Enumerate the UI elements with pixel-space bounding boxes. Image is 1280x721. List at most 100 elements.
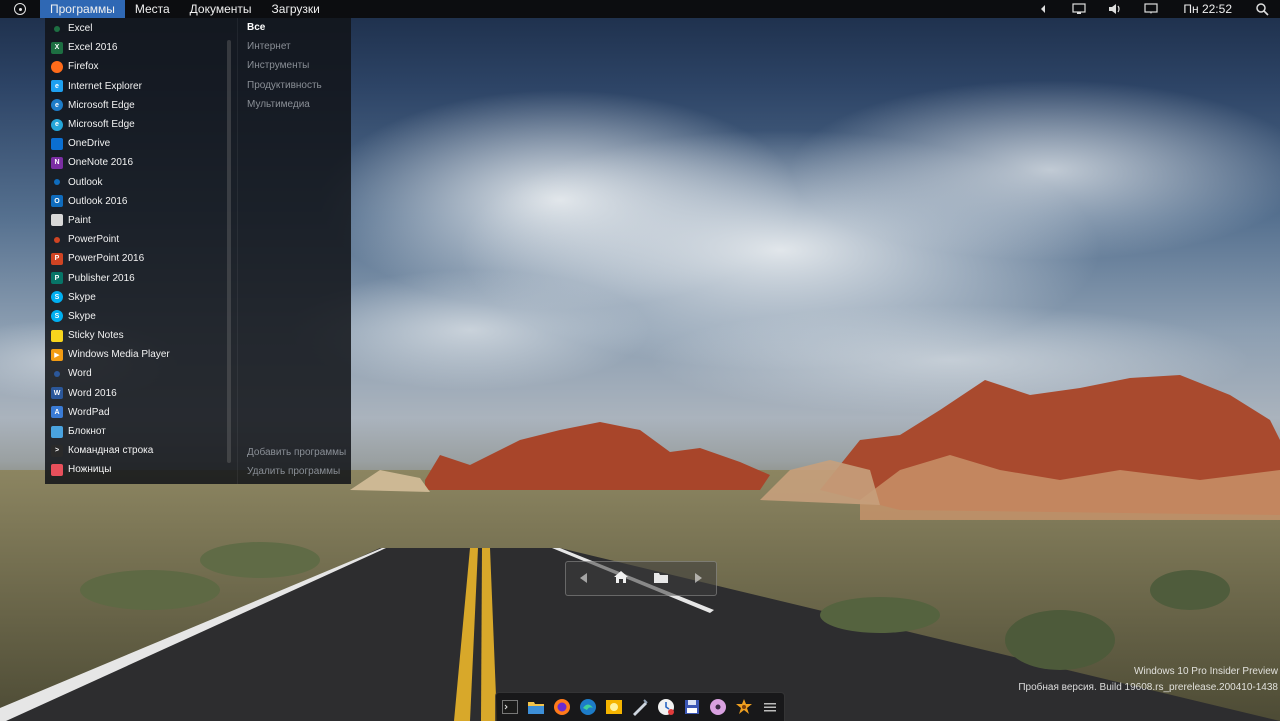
app-item-label: Skype [68, 291, 96, 303]
app-item[interactable]: Ножницы [45, 460, 227, 479]
app-item[interactable]: Excel [45, 19, 227, 38]
remove-programs-button[interactable]: Удалить программы [238, 462, 352, 481]
pen-icon[interactable] [630, 697, 650, 718]
wordpad-icon: A [51, 406, 63, 419]
app-item-label: Publisher 2016 [68, 272, 135, 284]
app-item-label: Ножницы [68, 464, 112, 476]
menu-downloads[interactable]: Загрузки [262, 0, 330, 18]
applications-menu: Excel X Excel 2016 Firefox e Internet Explore… [45, 18, 351, 484]
app-item[interactable]: X Excel 2016 [45, 38, 227, 57]
photo-viewer-icon[interactable] [604, 697, 624, 718]
app-item[interactable]: > Командная строка [45, 441, 227, 460]
app-item[interactable]: PowerPoint [45, 230, 227, 249]
save-icon[interactable] [682, 697, 702, 718]
app-item[interactable]: Word [45, 364, 227, 383]
edge-icon[interactable] [578, 697, 598, 718]
edge-icon: e [51, 99, 63, 112]
network-icon[interactable] [1061, 0, 1097, 18]
app-item-label: WordPad [68, 406, 110, 418]
category-tools[interactable]: Инструменты [238, 56, 352, 75]
app-item[interactable]: P Publisher 2016 [45, 268, 227, 287]
app-item[interactable]: P PowerPoint 2016 [45, 249, 227, 268]
word-icon [54, 370, 60, 377]
app-list: Excel X Excel 2016 Firefox e Internet Explore… [45, 19, 227, 480]
app-item-label: Блокнот [68, 426, 106, 438]
category-all[interactable]: Все [238, 18, 352, 37]
app-item[interactable]: S Skype [45, 288, 227, 307]
start-button[interactable] [0, 0, 40, 18]
app-item-label: PowerPoint 2016 [68, 253, 145, 265]
menu-programs[interactable]: Программы [40, 0, 125, 18]
powerpoint-icon [54, 236, 60, 243]
notifications-icon[interactable] [1133, 0, 1169, 18]
files-icon[interactable] [526, 697, 546, 718]
command-prompt-icon: > [51, 444, 63, 457]
app-item[interactable]: W Word 2016 [45, 384, 227, 403]
clock[interactable]: Пн 22:52 [1169, 2, 1244, 16]
app-item-label: Internet Explorer [68, 80, 142, 92]
app-item-label: Командная строка [68, 445, 154, 457]
dropdown-arrow-icon[interactable] [1025, 0, 1061, 18]
app-item[interactable]: ▶ Windows Media Player [45, 345, 227, 364]
app-item-label: OneDrive [68, 138, 111, 150]
app-item-label: OneNote 2016 [68, 157, 134, 169]
app-item[interactable]: A WordPad [45, 403, 227, 422]
app-item[interactable]: e Microsoft Edge [45, 96, 227, 115]
app-item-label: Excel 2016 [68, 42, 118, 54]
terminal-icon[interactable] [500, 697, 520, 718]
excel-icon [54, 25, 60, 32]
app-item[interactable]: Sticky Notes [45, 326, 227, 345]
menu-icon[interactable] [760, 697, 780, 718]
add-programs-button[interactable]: Добавить программы [238, 443, 352, 462]
sticky-notes-icon [51, 329, 63, 342]
menu-places[interactable]: Места [125, 0, 180, 18]
category-actions: Добавить программы Удалить программы [238, 443, 352, 481]
onedrive-icon [51, 137, 63, 150]
app-item[interactable]: O Outlook 2016 [45, 192, 227, 211]
media-player-icon: ▶ [51, 348, 63, 361]
app-item-label: Word 2016 [68, 387, 117, 399]
app-item[interactable]: e Internet Explorer [45, 77, 227, 96]
app-item-label: Excel [68, 23, 93, 35]
app-item[interactable]: Firefox [45, 57, 227, 76]
clock-icon[interactable] [656, 697, 676, 718]
file-manager-nav-widget [565, 561, 717, 596]
category-multimedia[interactable]: Мультимедиа [238, 95, 352, 114]
volume-icon[interactable] [1097, 0, 1133, 18]
paint-icon [51, 214, 63, 227]
app-item-label: Windows Media Player [68, 349, 170, 361]
dock [495, 692, 785, 721]
power-circle-icon [14, 3, 26, 15]
app-item[interactable]: S Skype [45, 307, 227, 326]
app-item[interactable]: OneDrive [45, 134, 227, 153]
skype-icon: S [51, 310, 63, 323]
home-icon[interactable] [613, 570, 629, 587]
app-item-label: Microsoft Edge [68, 99, 135, 111]
app-item[interactable]: Outlook [45, 173, 227, 192]
outlook-icon [54, 179, 60, 186]
back-arrow-icon[interactable] [578, 571, 590, 587]
app-item-label: Paint [68, 214, 91, 226]
app-item[interactable]: Блокнот [45, 422, 227, 441]
app-item[interactable]: e Microsoft Edge [45, 115, 227, 134]
firefox-icon[interactable] [552, 697, 572, 718]
app-item-label: PowerPoint [68, 234, 120, 246]
app-item-label: Skype [68, 310, 96, 322]
folder-icon[interactable] [653, 571, 669, 587]
app-item[interactable]: N OneNote 2016 [45, 153, 227, 172]
top-panel: Программы Места Документы Загрузки Пн 22… [0, 0, 1280, 18]
category-internet[interactable]: Интернет [238, 37, 352, 56]
app-item-label: Outlook [68, 176, 103, 188]
firefox-icon [51, 60, 63, 73]
app-item[interactable]: Paint [45, 211, 227, 230]
watermark-line-1: Windows 10 Pro Insider Preview [1134, 666, 1278, 677]
forward-arrow-icon[interactable] [692, 571, 704, 587]
skype-icon: S [51, 291, 63, 304]
cookie-icon[interactable] [734, 697, 754, 718]
internet-explorer-icon: e [51, 80, 63, 93]
menu-documents[interactable]: Документы [180, 0, 262, 18]
app-list-scrollbar[interactable] [227, 40, 231, 463]
category-productivity[interactable]: Продуктивность [238, 76, 352, 95]
search-icon[interactable] [1244, 0, 1280, 18]
disc-burner-icon[interactable] [708, 697, 728, 718]
